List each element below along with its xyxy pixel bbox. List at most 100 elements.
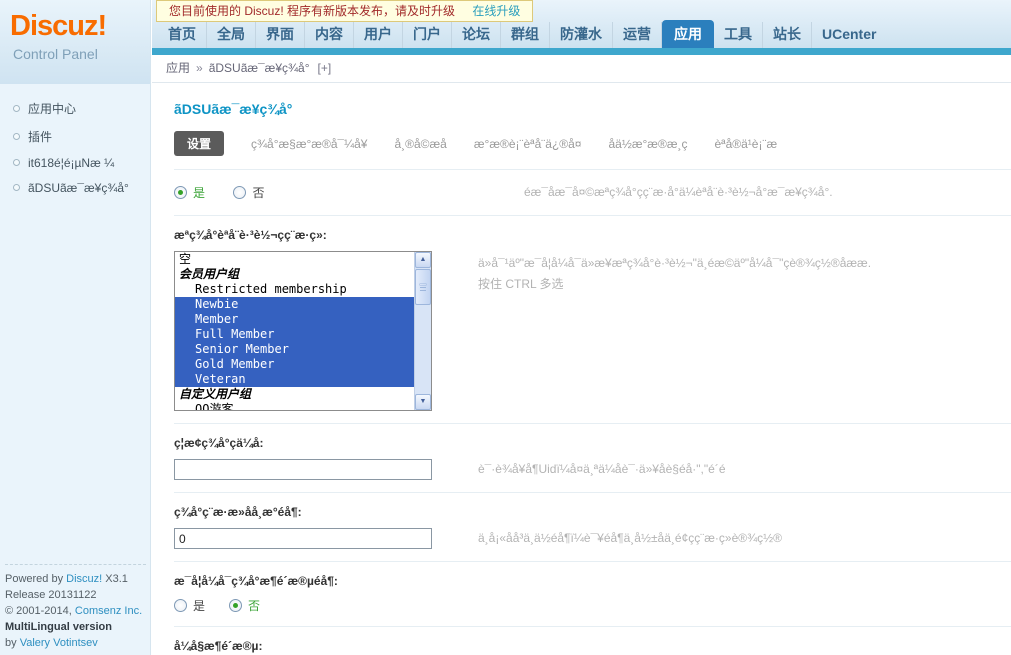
breadcrumb-section[interactable]: 应用 xyxy=(166,61,190,75)
help-text: ä»å¯¹äº"æ¯å¦å¼å¯ä»æ¥æªç¾å°è·³è½¬"ä¸éæ©äº… xyxy=(478,253,871,295)
plugin-tab[interactable]: åä½æ°æ®æ¸ç xyxy=(608,137,687,151)
help-line-2: 按住 CTRL 多选 xyxy=(478,277,564,291)
time-limit-no-label: 否 xyxy=(248,599,261,613)
breadcrumb-page: ãDSUãæ¯æ¥ç¾å° xyxy=(208,61,310,75)
nav-item[interactable]: 群组 xyxy=(501,22,550,48)
sidebar-menu: 应用中心 插件 it618é¦é¡µNæ ¼ ãDSUãæ¯æ¥ç¾å° xyxy=(0,84,150,195)
nav-item[interactable]: 界面 xyxy=(256,22,305,48)
plugin-tab[interactable]: 设置 xyxy=(174,131,225,156)
usergroup-option[interactable]: QQ游客 xyxy=(175,402,414,410)
comsenz-link[interactable]: Comsenz Inc. xyxy=(75,605,142,617)
scroll-down-icon[interactable]: ▼ xyxy=(415,394,431,410)
discuz-admin-page: Discuz! Control Panel 应用中心 插件 it618é¦é¡µ… xyxy=(0,0,1011,655)
jump-yes-label: 是 xyxy=(193,185,206,200)
usergroup-multiselect[interactable]: 空 会员用户组 Restricted membership Newbie Mem… xyxy=(174,251,432,411)
breadcrumb-arrow: » xyxy=(196,61,203,75)
time-limit-yes-radio[interactable] xyxy=(174,599,187,612)
jump-enable-row: 是 否 éæ¯åæ¯å¤©æªç¾å°çç¨æ·å°ä¼èªå¨è·³è½¬å°… xyxy=(174,169,1011,215)
author-link[interactable]: Valery Votintsev xyxy=(20,637,98,649)
nav-item[interactable]: 全局 xyxy=(207,22,256,48)
plugin-tab[interactable]: ç¾å°æ§æ°æ®å¯¼å¥ xyxy=(251,137,367,151)
jump-no-radio[interactable] xyxy=(233,185,247,199)
jump-yes-radio[interactable] xyxy=(174,185,187,199)
usergroup-option[interactable]: 会员用户组 xyxy=(175,267,414,282)
breadcrumb: 应用 » ãDSUãæ¯æ¥ç¾å° [+] xyxy=(152,55,1011,83)
usergroup-option[interactable]: Senior Member xyxy=(175,342,414,357)
footer-version: X3.1 xyxy=(105,573,128,585)
help-text: è¯·è¾å¥å¶Uidï¼å¤ä¸ªä¼åè¯·ä»¥åè§éå·","é´é xyxy=(478,462,726,476)
sidebar-item[interactable]: ãDSUãæ¯æ¥ç¾å° xyxy=(13,181,150,195)
online-upgrade-link[interactable]: 在线升级 xyxy=(472,4,520,18)
footer-copyright-prefix: © 2001-2014, xyxy=(5,605,72,617)
listbox-scrollbar[interactable]: ▲ ▼ xyxy=(414,252,431,410)
banned-users-input[interactable] xyxy=(174,459,432,480)
plugin-tab[interactable]: æ°æ®è¡¨èªå¨ä¿®å¤ xyxy=(474,137,582,151)
bullet-icon xyxy=(13,105,20,112)
page-title: ãDSUãæ¯æ¥ç¾å° xyxy=(174,101,293,117)
footer-copyright: © 2001-2014, Comsenz Inc. xyxy=(5,603,146,619)
nav-item[interactable]: 站长 xyxy=(763,22,812,48)
coin-limit-row: ç¾å°ç¨æ·æ»åå¸æ°éå¶: ä¸å¡«åå³ä¸ä½éå¶ï¼è¯¥… xyxy=(174,492,1011,561)
bullet-icon xyxy=(13,159,20,166)
usergroup-option[interactable]: Veteran xyxy=(175,372,414,387)
field-label: æ¯å¦å¼å¯ç¾å°æ¶é´æ®µéå¶: xyxy=(174,574,338,588)
scroll-up-icon[interactable]: ▲ xyxy=(415,252,431,268)
start-time-row: å¼å§æ¶é´æ®µ: xyxy=(174,626,1011,655)
usergroup-option[interactable]: 空 xyxy=(175,252,414,267)
usergroup-option[interactable]: Member xyxy=(175,312,414,327)
scrollbar-thumb[interactable] xyxy=(415,269,431,305)
nav-item[interactable]: 工具 xyxy=(714,22,763,48)
main-nav: 首页 全局 界面 内容 用户 门户 论坛 群组 防灌水 运营 应用 工具 站长 … xyxy=(158,20,886,48)
plugin-tab[interactable]: èªå®ä¹è¡¨æ xyxy=(715,137,778,151)
breadcrumb-expand-toggle[interactable]: [+] xyxy=(318,61,332,75)
nav-item[interactable]: 论坛 xyxy=(452,22,501,48)
usergroup-option[interactable]: Restricted membership xyxy=(175,282,414,297)
header-accent-bar xyxy=(152,48,1011,55)
footer-powered: Powered by Discuz! X3.1 xyxy=(5,571,146,587)
sidebar-item[interactable]: 插件 xyxy=(13,128,150,145)
upgrade-notice-text: 您目前使用的 Discuz! 程序有新版本发布，请及时升级 xyxy=(169,4,456,18)
plugin-tab[interactable]: å¸®å©æå xyxy=(394,137,446,151)
nav-item[interactable]: 应用 xyxy=(662,20,714,48)
time-limit-row: æ¯å¦å¼å¯ç¾å°æ¶é´æ®µéå¶: 是 否 xyxy=(174,561,1011,626)
nav-item[interactable]: UCenter xyxy=(812,22,886,48)
upgrade-notice: 您目前使用的 Discuz! 程序有新版本发布，请及时升级 在线升级 xyxy=(156,0,534,22)
coin-limit-input[interactable] xyxy=(174,528,432,549)
footer-release: Release 20131122 xyxy=(5,589,97,601)
sidebar-item[interactable]: 应用中心 xyxy=(13,100,150,117)
logo-area: Discuz! Control Panel xyxy=(0,0,150,84)
sidebar-item-label: ãDSUãæ¯æ¥ç¾å° xyxy=(28,181,129,195)
header-strip: 您目前使用的 Discuz! 程序有新版本发布，请及时升级 在线升级 首页 全局… xyxy=(152,0,1011,48)
plugin-tabs: 设置 ç¾å°æ§æ°æ®å¯¼å¥ å¸®å©æå æ°æ®è¡¨èªå¨ä¿… xyxy=(174,131,1011,156)
usergroups-row: æªç¾å°èªå¨è·³è½¬çç¨æ·ç»: 空 会员用户组 Restric… xyxy=(174,215,1011,423)
nav-item[interactable]: 运营 xyxy=(613,22,662,48)
footer-edition: MultiLingual version xyxy=(5,621,112,633)
nav-item[interactable]: 门户 xyxy=(403,22,452,48)
nav-item[interactable]: 内容 xyxy=(305,22,354,48)
field-label: ç¾å°ç¨æ·æ»åå¸æ°éå¶: xyxy=(174,505,302,519)
left-column: Discuz! Control Panel 应用中心 插件 it618é¦é¡µ… xyxy=(0,0,151,655)
help-text: éæ¯åæ¯å¤©æªç¾å°çç¨æ·å°ä¼èªå¨è·³è½¬å°æ¯æ¥… xyxy=(524,185,833,199)
footer-by-prefix: by xyxy=(5,637,17,649)
sidebar-item[interactable]: it618é¦é¡µNæ ¼ xyxy=(13,156,150,170)
jump-no-label: 否 xyxy=(252,185,265,200)
usergroup-option[interactable]: Full Member xyxy=(175,327,414,342)
nav-item[interactable]: 用户 xyxy=(354,22,403,48)
field-label: ç¦æ¢ç¾å°çä¼å: xyxy=(174,436,264,450)
usergroup-option[interactable]: Newbie xyxy=(175,297,414,312)
nav-item[interactable]: 首页 xyxy=(158,22,207,48)
time-limit-no-radio[interactable] xyxy=(229,599,243,612)
nav-item[interactable]: 防灌水 xyxy=(550,22,613,48)
usergroup-option[interactable]: Gold Member xyxy=(175,357,414,372)
footer-author: by Valery Votintsev xyxy=(5,635,146,651)
usergroup-option[interactable]: 自定义用户组 xyxy=(175,387,414,402)
discuz-link[interactable]: Discuz! xyxy=(66,573,102,585)
settings-content: ãDSUãæ¯æ¥ç¾å° 设置 ç¾å°æ§æ°æ®å¯¼å¥ å¸®å©æå… xyxy=(152,83,1011,655)
banned-users-row: ç¦æ¢ç¾å°çä¼å: è¯·è¾å¥å¶Uidï¼å¤ä¸ªä¼åè¯·ä… xyxy=(174,423,1011,492)
footer: Powered by Discuz! X3.1 Release 20131122… xyxy=(5,564,146,651)
bullet-icon xyxy=(13,133,20,140)
discuz-logo: Discuz! xyxy=(10,10,107,42)
field-label: æªç¾å°èªå¨è·³è½¬çç¨æ·ç»: xyxy=(174,228,327,242)
right-column: 您目前使用的 Discuz! 程序有新版本发布，请及时升级 在线升级 首页 全局… xyxy=(152,0,1011,655)
sidebar-item-label: 插件 xyxy=(28,130,53,144)
